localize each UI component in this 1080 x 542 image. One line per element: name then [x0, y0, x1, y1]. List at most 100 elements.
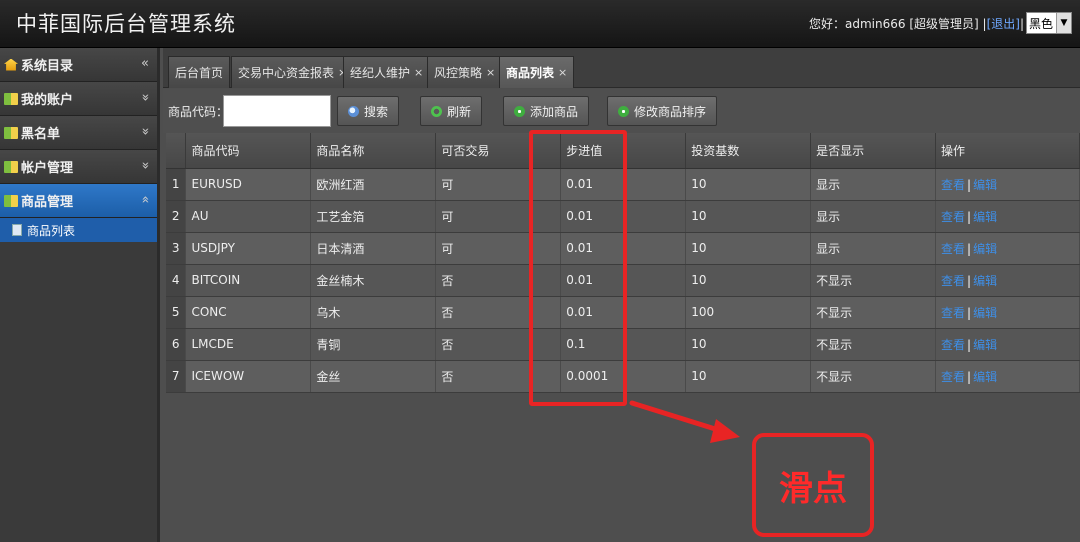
action-separator: | — [967, 241, 972, 256]
chevron-up-icon[interactable]: « — [138, 196, 153, 204]
arrow-icon — [629, 400, 740, 443]
table-cell-code: EURUSD — [185, 168, 312, 201]
book-icon — [4, 160, 18, 173]
column-header[interactable]: 商品代码 — [185, 133, 312, 169]
chevron-down-icon[interactable]: ▼ — [1056, 13, 1071, 33]
product-code-label: 商品代码： — [168, 105, 229, 119]
row-number: 6 — [166, 328, 187, 361]
button-label: 添加商品 — [530, 104, 579, 119]
view-link[interactable]: 查看 — [941, 306, 965, 320]
refresh-button[interactable]: 刷新 — [420, 96, 483, 126]
search-toolbar: 商品代码： 搜索 刷新 添加商品 修改商品排序 — [163, 89, 1080, 133]
home-icon — [4, 58, 18, 71]
table-cell-code: BITCOIN — [185, 264, 312, 297]
table-cell-base: 10 — [685, 360, 812, 393]
theme-select[interactable]: 黑色 ▼ — [1026, 12, 1072, 34]
add-product-button[interactable]: 添加商品 — [503, 96, 590, 126]
action-separator: | — [967, 273, 972, 288]
edit-link[interactable]: 编辑 — [973, 178, 997, 192]
tab-label: 商品列表 — [506, 66, 555, 80]
table-cell-code: CONC — [185, 296, 312, 329]
close-icon[interactable]: × — [558, 66, 567, 79]
tab-broker[interactable]: 经纪人维护 × — [343, 56, 431, 88]
column-header[interactable]: 投资基数 — [685, 133, 812, 169]
table-cell-name: 青铜 — [310, 328, 437, 361]
action-separator: | — [967, 369, 972, 384]
table-cell-base: 100 — [685, 296, 812, 329]
sidebar-item-system-menu[interactable]: 系统目录 « — [0, 48, 157, 82]
table-cell-base: 10 — [685, 328, 812, 361]
table-cell-show: 显示 — [810, 168, 937, 201]
header-separator: | — [1019, 17, 1024, 31]
edit-sort-button[interactable]: 修改商品排序 — [607, 96, 718, 126]
edit-link[interactable]: 编辑 — [973, 338, 997, 352]
column-header[interactable]: 商品名称 — [310, 133, 437, 169]
table-cell-name: 乌木 — [310, 296, 437, 329]
table-cell-actions: 查看 | 编辑 — [935, 264, 1080, 297]
chevron-down-icon[interactable]: » — [138, 94, 153, 102]
edit-link[interactable]: 编辑 — [973, 274, 997, 288]
annotation-box: 滑点 — [752, 433, 874, 537]
search-button[interactable]: 搜索 — [337, 96, 400, 126]
row-number: 5 — [166, 296, 187, 329]
edit-link[interactable]: 编辑 — [973, 210, 997, 224]
sidebar-item-label: 帐户管理 — [21, 161, 74, 176]
view-link[interactable]: 查看 — [941, 274, 965, 288]
tab-product-list[interactable]: 商品列表 × — [499, 56, 575, 88]
column-header[interactable]: 是否显示 — [810, 133, 937, 169]
action-separator: | — [967, 337, 972, 352]
close-icon[interactable]: × — [414, 66, 423, 79]
table-cell-actions: 查看 | 编辑 — [935, 168, 1080, 201]
view-link[interactable]: 查看 — [941, 338, 965, 352]
user-info: 您好：admin666 [超级管理员] |[退出]| — [809, 15, 1024, 32]
table-cell-show: 不显示 — [810, 360, 937, 393]
collapse-icon[interactable]: « — [141, 56, 149, 71]
table-cell-code: USDJPY — [185, 232, 312, 265]
add-icon — [618, 105, 629, 117]
sidebar-item-product-management[interactable]: 商品管理 « — [0, 184, 157, 218]
refresh-icon — [431, 105, 442, 117]
sidebar-item-blacklist[interactable]: 黑名单 » — [0, 116, 157, 150]
sidebar-item-label: 黑名单 — [21, 127, 61, 142]
table-cell-code: LMCDE — [185, 328, 312, 361]
close-icon[interactable]: × — [486, 66, 495, 79]
add-icon — [514, 105, 525, 117]
table-cell-base: 10 — [685, 168, 812, 201]
sidebar-item-label: 我的账户 — [21, 93, 74, 108]
annotation-label: 滑点 — [779, 468, 847, 509]
tab-risk-strategy[interactable]: 风控策略 × — [427, 56, 503, 88]
tab-home[interactable]: 后台首页 — [168, 56, 231, 88]
document-icon — [12, 224, 22, 236]
book-icon — [4, 194, 18, 207]
view-link[interactable]: 查看 — [941, 370, 965, 384]
sidebar-item-my-account[interactable]: 我的账户 » — [0, 82, 157, 116]
edit-link[interactable]: 编辑 — [973, 306, 997, 320]
edit-link[interactable]: 编辑 — [973, 242, 997, 256]
view-link[interactable]: 查看 — [941, 210, 965, 224]
table-cell-base: 10 — [685, 232, 812, 265]
table-cell-actions: 查看 | 编辑 — [935, 296, 1080, 329]
view-link[interactable]: 查看 — [941, 242, 965, 256]
sidebar-item-label: 商品管理 — [21, 195, 74, 210]
view-link[interactable]: 查看 — [941, 178, 965, 192]
sidebar-item-account-management[interactable]: 帐户管理 » — [0, 150, 157, 184]
button-label: 修改商品排序 — [634, 104, 707, 119]
chevron-down-icon[interactable]: » — [138, 162, 153, 170]
tab-finance-report[interactable]: 交易中心资金报表 × — [231, 56, 355, 88]
table-cell-actions: 查看 | 编辑 — [935, 360, 1080, 393]
table-cell-show: 不显示 — [810, 328, 937, 361]
tab-label: 后台首页 — [175, 66, 224, 80]
table-cell-show: 显示 — [810, 232, 937, 265]
chevron-down-icon[interactable]: » — [138, 128, 153, 136]
table-cell-name: 日本清酒 — [310, 232, 437, 265]
product-code-input[interactable] — [223, 95, 331, 127]
row-number: 2 — [166, 200, 187, 233]
table-cell-actions: 查看 | 编辑 — [935, 200, 1080, 233]
row-number: 4 — [166, 264, 187, 297]
logout-link[interactable]: [退出] — [987, 17, 1020, 31]
table-cell-code: ICEWOW — [185, 360, 312, 393]
table-cell-show: 显示 — [810, 200, 937, 233]
sidebar-subitem-product-list[interactable]: 商品列表 — [0, 218, 157, 242]
edit-link[interactable]: 编辑 — [973, 370, 997, 384]
search-icon — [348, 105, 359, 117]
